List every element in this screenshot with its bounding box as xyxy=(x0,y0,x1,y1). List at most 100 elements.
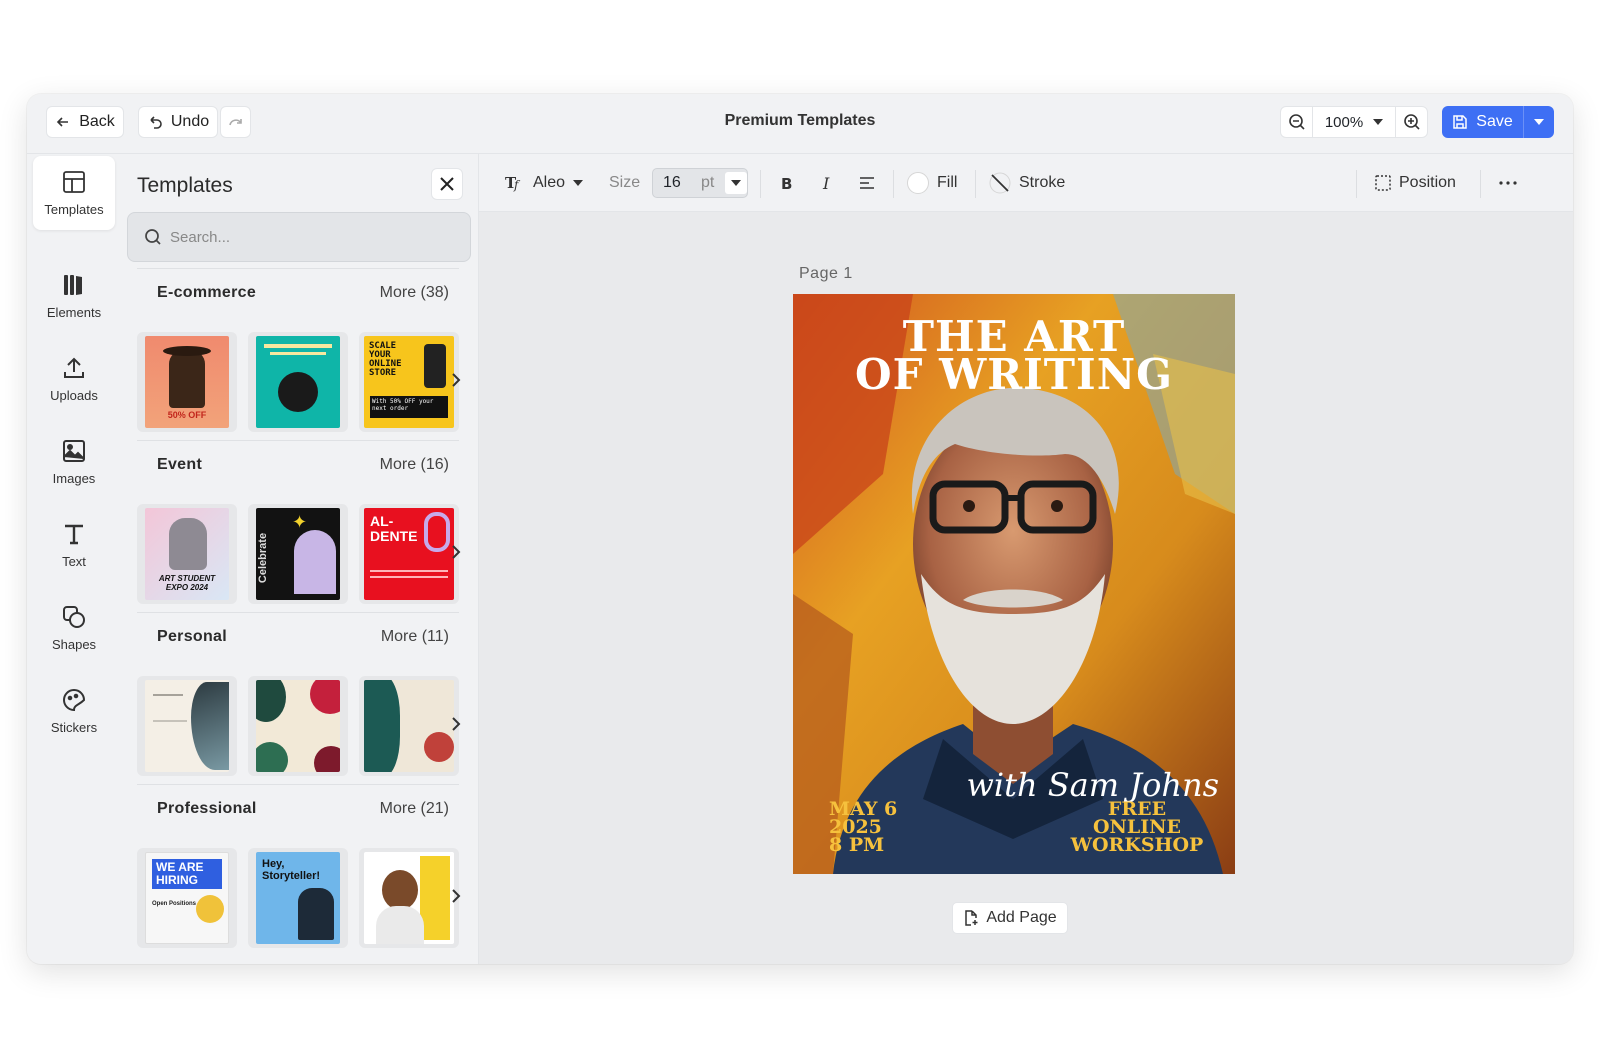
poster-date[interactable]: MAY 6 2025 8 PM xyxy=(829,800,897,855)
template-thumbnail[interactable]: Celebrate ✦ xyxy=(248,504,348,604)
close-panel-button[interactable] xyxy=(431,168,463,200)
rail-item-images[interactable]: Images xyxy=(33,425,115,499)
more-options-button[interactable] xyxy=(1495,168,1521,198)
category-name: Personal xyxy=(157,627,227,645)
font-size-dropdown[interactable] xyxy=(725,172,747,194)
sticker-icon xyxy=(63,689,86,712)
add-page-label: Add Page xyxy=(986,909,1057,926)
back-button[interactable]: Back xyxy=(46,106,124,138)
text-icon xyxy=(65,524,83,545)
templates-panel: Templates E-commerce More (38) 50% OFF xyxy=(119,154,479,964)
template-thumbnail[interactable]: 50% OFF xyxy=(137,332,237,432)
template-thumbnail[interactable] xyxy=(359,676,459,776)
rail-item-uploads[interactable]: Uploads xyxy=(33,342,115,416)
stroke-icon xyxy=(989,172,1011,194)
rail-item-templates[interactable]: Templates xyxy=(33,156,115,230)
thumb-text: ART STUDENT EXPO 2024 xyxy=(158,574,216,592)
more-link[interactable]: More (38) xyxy=(380,284,449,302)
editor-window: Back Undo Premium Templates 100% Save Te… xyxy=(27,94,1573,964)
chevron-right-icon xyxy=(452,545,461,559)
more-link[interactable]: More (11) xyxy=(381,628,449,646)
scroll-right-button[interactable] xyxy=(449,542,463,562)
font-select[interactable]: Tf Aleo xyxy=(505,168,584,198)
category-ecommerce: E-commerce More (38) 50% OFF SCALE YOUR … xyxy=(137,268,461,446)
template-thumbnail[interactable]: ART STUDENT EXPO 2024 xyxy=(137,504,237,604)
rail-label: Stickers xyxy=(50,720,98,735)
caret-down-icon xyxy=(1373,119,1384,125)
poster-title-line2[interactable]: OF WRITING xyxy=(793,354,1235,396)
scroll-right-button[interactable] xyxy=(449,714,463,734)
position-button[interactable]: Position xyxy=(1375,168,1456,198)
thumb-subtext: Open Positions xyxy=(152,901,197,907)
zoom-out-icon xyxy=(1288,114,1305,130)
template-thumbnail[interactable] xyxy=(359,848,459,948)
thumb-text: WE ARE HIRING xyxy=(152,859,222,889)
template-thumbnail[interactable] xyxy=(248,332,348,432)
rail-item-stickers[interactable]: Stickers xyxy=(33,674,115,748)
poster-event[interactable]: FREE ONLINE WORKSHOP xyxy=(1057,800,1217,856)
fill-button[interactable]: Fill xyxy=(907,168,957,198)
category-header: E-commerce More (38) xyxy=(137,268,459,316)
zoom-out-button[interactable] xyxy=(1281,107,1313,137)
divider xyxy=(893,170,894,198)
image-icon xyxy=(63,440,85,462)
redo-button[interactable] xyxy=(220,106,251,138)
rail-label: Shapes xyxy=(51,637,97,652)
font-name: Aleo xyxy=(533,174,566,191)
more-link[interactable]: More (16) xyxy=(380,456,449,474)
canvas-area: Page 1 THE ART OF WRITING with Sam Johns… xyxy=(479,212,1573,964)
zoom-select[interactable]: 100% xyxy=(1313,107,1395,137)
position-label: Position xyxy=(1399,174,1456,191)
scroll-right-button[interactable] xyxy=(449,370,463,390)
thumbnail-row: ART STUDENT EXPO 2024 Celebrate ✦ AL-DEN… xyxy=(137,498,461,618)
italic-button[interactable]: I xyxy=(815,168,839,198)
template-thumbnail[interactable] xyxy=(137,676,237,776)
font-size-unit: pt xyxy=(701,174,715,191)
divider xyxy=(1356,170,1357,198)
rail-item-elements[interactable]: Elements xyxy=(33,259,115,333)
save-button[interactable]: Save xyxy=(1442,106,1523,138)
font-size-input[interactable]: 16 pt xyxy=(652,168,748,198)
rail-label: Templates xyxy=(44,202,104,217)
thumb-text: Celebrate xyxy=(257,532,270,584)
thumbnail-row: WE ARE HIRING Open Positions Hey, Storyt… xyxy=(137,842,461,962)
align-button[interactable] xyxy=(855,168,879,198)
bold-button[interactable]: B xyxy=(775,168,799,198)
poster-host[interactable]: with Sam Johns xyxy=(966,766,1219,804)
undo-button[interactable]: Undo xyxy=(138,106,218,138)
add-page-button[interactable]: Add Page xyxy=(952,902,1068,934)
italic-icon: I xyxy=(822,175,830,191)
stroke-label: Stroke xyxy=(1019,174,1066,191)
close-icon xyxy=(440,177,454,191)
template-thumbnail[interactable]: WE ARE HIRING Open Positions xyxy=(137,848,237,948)
rail-label: Text xyxy=(62,554,86,569)
rail-label: Images xyxy=(52,471,96,486)
undo-icon xyxy=(150,116,162,129)
zoom-value: 100% xyxy=(1324,113,1364,131)
poster-event-line3: WORKSHOP xyxy=(1070,834,1204,856)
category-professional: Professional More (21) WE ARE HIRING Ope… xyxy=(137,784,461,962)
template-thumbnail[interactable]: AL-DENTE xyxy=(359,504,459,604)
scroll-right-button[interactable] xyxy=(449,886,463,906)
save-icon xyxy=(1453,115,1468,129)
rail-item-shapes[interactable]: Shapes xyxy=(33,591,115,665)
undo-label: Undo xyxy=(170,113,210,130)
fill-swatch-icon xyxy=(907,172,929,194)
search-input[interactable] xyxy=(170,228,450,246)
template-thumbnail[interactable] xyxy=(248,676,348,776)
save-button-group: Save xyxy=(1442,106,1554,138)
arrow-left-icon xyxy=(57,117,69,127)
zoom-in-button[interactable] xyxy=(1395,107,1427,137)
poster-page[interactable]: THE ART OF WRITING with Sam Johns MAY 6 … xyxy=(793,294,1235,874)
category-header: Personal More (11) xyxy=(137,612,459,660)
stroke-button[interactable]: Stroke xyxy=(989,168,1065,198)
more-link[interactable]: More (21) xyxy=(380,800,449,818)
save-options-button[interactable] xyxy=(1523,106,1554,138)
template-thumbnail[interactable]: SCALE YOUR ONLINE STORE With 50% OFF you… xyxy=(359,332,459,432)
size-label: Size xyxy=(609,174,641,191)
category-personal: Personal More (11) xyxy=(137,612,461,790)
rail-item-text[interactable]: Text xyxy=(33,508,115,582)
template-thumbnail[interactable]: Hey, Storyteller! xyxy=(248,848,348,948)
svg-text:B: B xyxy=(781,175,792,191)
position-icon xyxy=(1375,175,1391,191)
